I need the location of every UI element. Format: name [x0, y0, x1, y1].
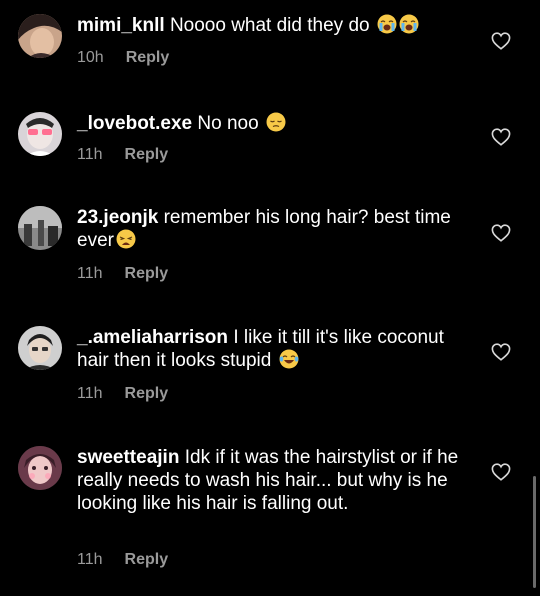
comment-body: _.ameliaharrison I like it till it's lik… [77, 326, 472, 372]
reply-button[interactable]: Reply [125, 385, 169, 403]
reply-button[interactable]: Reply [125, 551, 169, 569]
comment-body: 23.jeonjk remember his long hair? best t… [77, 206, 472, 252]
comment-text: Noooo what did they do [169, 15, 370, 36]
comment-text: No noo [197, 113, 259, 134]
face-with-tears-of-joy-icon [279, 349, 299, 369]
pensive-face-icon [266, 112, 286, 132]
heart-outline-icon[interactable] [491, 224, 511, 242]
scrollbar[interactable] [533, 476, 536, 588]
comment-timestamp: 10h [77, 49, 104, 66]
comment-meta: 11h Reply [77, 146, 168, 164]
comment-timestamp: 11h [77, 551, 103, 568]
weary-face-icon [116, 229, 136, 249]
avatar[interactable] [18, 326, 62, 370]
comment-username[interactable]: 23.jeonjk [77, 207, 158, 228]
comment-body: _lovebot.exe No noo [77, 112, 472, 135]
comment-username[interactable]: _.ameliaharrison [77, 327, 228, 348]
reply-button[interactable]: Reply [126, 49, 170, 67]
comment-body: sweetteajin Idk if it was the hairstylis… [77, 446, 472, 515]
comment-timestamp: 11h [77, 146, 103, 163]
reply-button[interactable]: Reply [125, 146, 169, 164]
comment-meta: 11h Reply [77, 551, 168, 569]
heart-outline-icon[interactable] [491, 463, 511, 481]
heart-outline-icon[interactable] [491, 32, 511, 50]
comment-meta: 11h Reply [77, 265, 168, 283]
comment-username[interactable]: _lovebot.exe [77, 113, 192, 134]
avatar[interactable] [18, 14, 62, 58]
comment-username[interactable]: sweetteajin [77, 447, 179, 468]
comment-body: mimi_knll Noooo what did they do [77, 14, 472, 37]
comment-timestamp: 11h [77, 265, 103, 282]
loudly-crying-face-icon [399, 14, 419, 34]
avatar[interactable] [18, 112, 62, 156]
loudly-crying-face-icon [377, 14, 397, 34]
avatar[interactable] [18, 206, 62, 250]
comment-timestamp: 11h [77, 385, 103, 402]
heart-outline-icon[interactable] [491, 128, 511, 146]
reply-button[interactable]: Reply [125, 265, 169, 283]
heart-outline-icon[interactable] [491, 343, 511, 361]
avatar[interactable] [18, 446, 62, 490]
comment-meta: 11h Reply [77, 385, 168, 403]
comment-username[interactable]: mimi_knll [77, 15, 165, 36]
comment-meta: 10h Reply [77, 49, 169, 67]
